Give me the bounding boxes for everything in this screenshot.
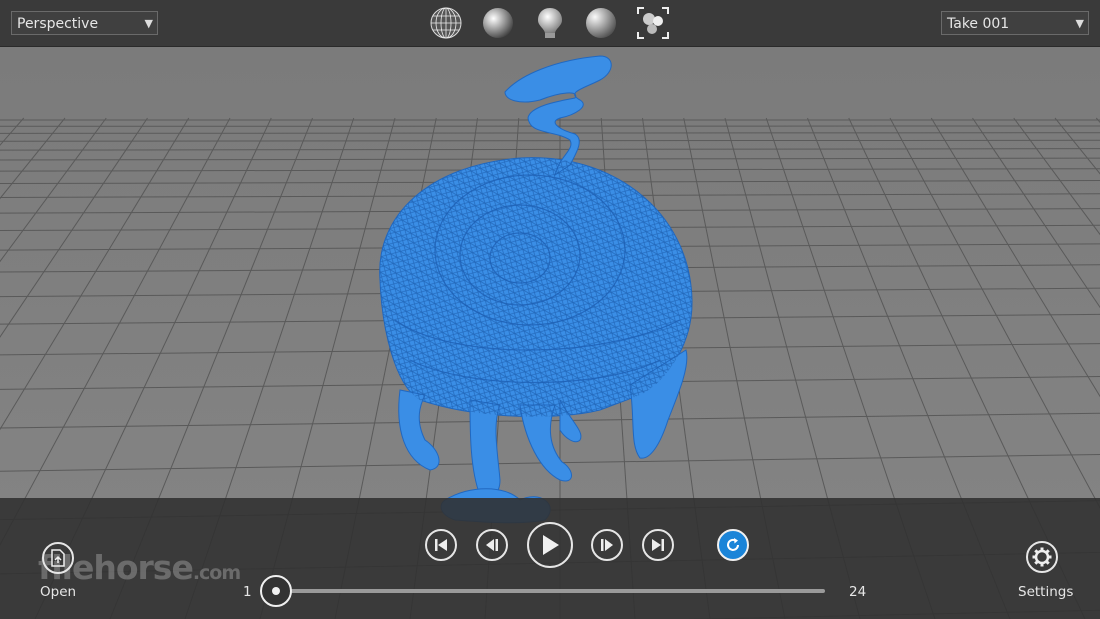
step-forward-icon: [601, 539, 613, 551]
loop-toggle-button[interactable]: [717, 529, 749, 561]
open-file-icon: [51, 549, 65, 567]
settings-button[interactable]: [1026, 541, 1058, 573]
previous-frame-button[interactable]: [476, 529, 508, 561]
smooth-sphere-icon[interactable]: [583, 5, 619, 41]
timeline-thumb[interactable]: [260, 575, 292, 607]
light-bulb-icon[interactable]: [532, 5, 568, 41]
timeline-track[interactable]: [276, 589, 825, 593]
view-select[interactable]: Perspective ▼: [11, 11, 158, 35]
step-back-icon: [486, 539, 498, 551]
frame-selection-icon[interactable]: [635, 5, 671, 41]
frame-end-label: 24: [849, 584, 867, 600]
watermark-suffix: .com: [192, 562, 241, 584]
skip-end-icon: [652, 539, 664, 551]
go-to-end-button[interactable]: [642, 529, 674, 561]
gear-icon: [1032, 547, 1052, 567]
frame-start-label: 1: [243, 584, 252, 600]
go-to-start-button[interactable]: [425, 529, 457, 561]
next-frame-button[interactable]: [591, 529, 623, 561]
take-select[interactable]: Take 001 ▼: [941, 11, 1089, 35]
open-button[interactable]: [42, 542, 74, 574]
chevron-down-icon: ▼: [144, 17, 153, 30]
wireframe-sphere-icon[interactable]: [428, 5, 464, 41]
shaded-sphere-icon[interactable]: [480, 5, 516, 41]
settings-label: Settings: [1018, 584, 1074, 600]
view-select-value: Perspective: [17, 16, 99, 32]
top-toolbar: Perspective ▼ Take 001 ▼: [0, 0, 1100, 47]
open-label: Open: [40, 584, 77, 600]
take-select-value: Take 001: [947, 16, 1010, 32]
play-button[interactable]: [527, 522, 573, 568]
loop-icon: [727, 538, 739, 551]
chevron-down-icon: ▼: [1075, 17, 1084, 30]
play-icon: [543, 535, 559, 555]
skip-start-icon: [435, 539, 447, 551]
